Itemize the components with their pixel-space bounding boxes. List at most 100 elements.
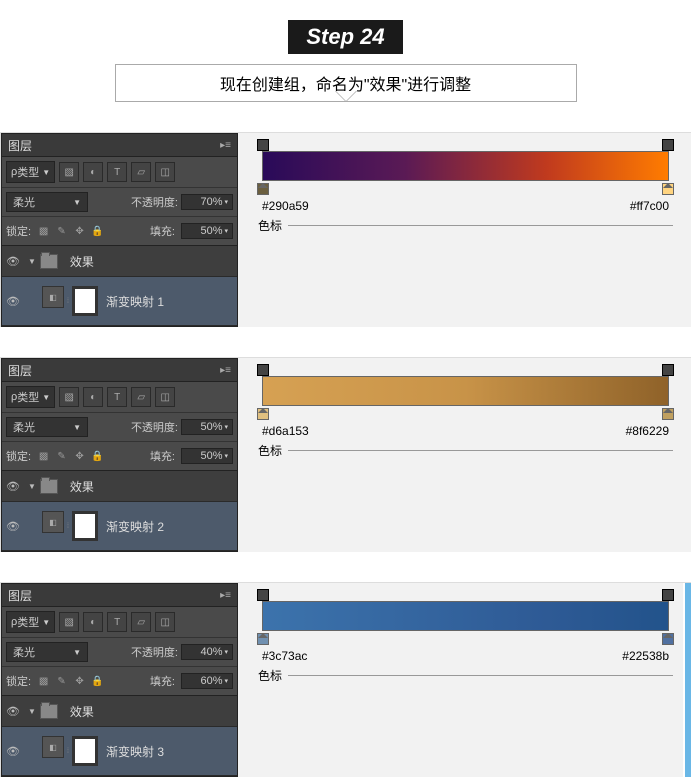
blend-mode-dropdown[interactable]: 柔光▼: [6, 417, 88, 437]
gradient-bar[interactable]: [262, 376, 669, 406]
color-stops-label: 色标: [258, 217, 282, 234]
filter-smart-icon[interactable]: ◫: [155, 387, 175, 407]
color-stop-left[interactable]: [257, 408, 269, 420]
visibility-icon[interactable]: 👁: [2, 520, 24, 533]
lock-paint-icon[interactable]: ✎: [54, 449, 69, 464]
visibility-icon[interactable]: 👁: [2, 295, 24, 308]
group-name: 效果: [70, 253, 94, 270]
lock-transparency-icon[interactable]: ▩: [36, 224, 51, 239]
adjustment-thumb: ◧⁞: [42, 511, 98, 541]
opacity-stop-right[interactable]: [662, 139, 674, 151]
opacity-field[interactable]: 40%▾: [181, 644, 233, 660]
fill-field[interactable]: 60%▾: [181, 673, 233, 689]
chevron-down-icon[interactable]: ▼: [28, 482, 36, 491]
filter-shape-icon[interactable]: ▱: [131, 387, 151, 407]
opacity-field[interactable]: 70%▾: [181, 194, 233, 210]
layer-row[interactable]: 👁 ◧⁞ 渐变映射 1: [2, 277, 237, 326]
folder-icon: [40, 254, 58, 269]
filter-kind-dropdown[interactable]: ρ 类型▼: [6, 611, 55, 633]
group-row[interactable]: 👁▼效果: [2, 471, 237, 502]
opacity-stop-right[interactable]: [662, 364, 674, 376]
chevron-down-icon[interactable]: ▼: [28, 257, 36, 266]
gradient-editor-1: #290a59 #ff7c00 色标: [238, 133, 691, 327]
hex-right: #ff7c00: [630, 199, 669, 213]
filter-shape-icon[interactable]: ▱: [131, 162, 151, 182]
color-stop-left[interactable]: [257, 633, 269, 645]
lock-label: 锁定:: [6, 223, 31, 239]
visibility-icon[interactable]: 👁: [2, 745, 24, 758]
filter-kind-dropdown[interactable]: ρ 类型▼: [6, 161, 55, 183]
opacity-stop-left[interactable]: [257, 364, 269, 376]
layers-panel-1: 图层▸≡ ρ 类型▼ ▧ ◐ T ▱ ◫ 柔光▼ 不透明度: 70%▾ 锁定: …: [1, 133, 238, 327]
opacity-stop-left[interactable]: [257, 589, 269, 601]
lock-transparency-icon[interactable]: ▩: [36, 674, 51, 689]
color-stop-right[interactable]: [662, 408, 674, 420]
lock-all-icon[interactable]: 🔒: [90, 224, 105, 239]
filter-text-icon[interactable]: T: [107, 387, 127, 407]
group-row[interactable]: 👁▼效果: [2, 696, 237, 727]
layer-name: 渐变映射 1: [106, 293, 164, 310]
hex-left: #d6a153: [262, 424, 309, 438]
opacity-stop-right[interactable]: [662, 589, 674, 601]
gradient-editor-2: #d6a153#8f6229 色标: [238, 358, 691, 552]
opacity-stop-left[interactable]: [257, 139, 269, 151]
filter-shape-icon[interactable]: ▱: [131, 612, 151, 632]
folder-icon: [40, 479, 58, 494]
panel-menu-icon[interactable]: ▸≡: [220, 365, 231, 376]
color-stop-right[interactable]: [662, 633, 674, 645]
blend-mode-dropdown[interactable]: 柔光▼: [6, 192, 88, 212]
adjustment-thumb: ◧⁞: [42, 736, 98, 766]
chevron-down-icon[interactable]: ▼: [28, 707, 36, 716]
group-row[interactable]: 👁 ▼ 效果: [2, 246, 237, 277]
step-badge: Step 24: [288, 20, 402, 54]
opacity-field[interactable]: 50%▾: [181, 419, 233, 435]
hex-right: #8f6229: [626, 424, 669, 438]
panel-menu-icon[interactable]: ▸≡: [220, 590, 231, 601]
filter-text-icon[interactable]: T: [107, 612, 127, 632]
folder-icon: [40, 704, 58, 719]
filter-image-icon[interactable]: ▧: [59, 612, 79, 632]
scrollbar[interactable]: [683, 583, 691, 777]
fill-field[interactable]: 50%▾: [181, 223, 233, 239]
blend-mode-dropdown[interactable]: 柔光▼: [6, 642, 88, 662]
hex-right: #22538b: [622, 649, 669, 663]
gradient-bar[interactable]: [262, 151, 669, 181]
hex-left: #3c73ac: [262, 649, 307, 663]
lock-paint-icon[interactable]: ✎: [54, 674, 69, 689]
filter-adjust-icon[interactable]: ◐: [83, 387, 103, 407]
visibility-icon[interactable]: 👁: [2, 480, 24, 493]
lock-all-icon[interactable]: 🔒: [90, 674, 105, 689]
gradient-editor-3: #3c73ac#22538b 色标: [238, 583, 691, 777]
layer-row[interactable]: 👁◧⁞渐变映射 3: [2, 727, 237, 776]
fill-label: 填充:: [150, 223, 175, 239]
layer-row[interactable]: 👁◧⁞渐变映射 2: [2, 502, 237, 551]
fill-field[interactable]: 50%▾: [181, 448, 233, 464]
lock-position-icon[interactable]: ✥: [72, 674, 87, 689]
lock-position-icon[interactable]: ✥: [72, 224, 87, 239]
filter-text-icon[interactable]: T: [107, 162, 127, 182]
filter-kind-dropdown[interactable]: ρ 类型▼: [6, 386, 55, 408]
opacity-label: 不透明度:: [131, 194, 178, 210]
color-stop-left[interactable]: [257, 183, 269, 195]
layers-panel-2: 图层▸≡ ρ 类型▼ ▧◐T▱◫ 柔光▼ 不透明度: 50%▾ 锁定: ▩✎✥🔒…: [1, 358, 238, 552]
filter-image-icon[interactable]: ▧: [59, 387, 79, 407]
visibility-icon[interactable]: 👁: [2, 255, 24, 268]
filter-image-icon[interactable]: ▧: [59, 162, 79, 182]
lock-paint-icon[interactable]: ✎: [54, 224, 69, 239]
gradient-bar[interactable]: [262, 601, 669, 631]
color-stop-right[interactable]: [662, 183, 674, 195]
filter-smart-icon[interactable]: ◫: [155, 612, 175, 632]
visibility-icon[interactable]: 👁: [2, 705, 24, 718]
panel-title: 图层: [8, 137, 32, 154]
lock-all-icon[interactable]: 🔒: [90, 449, 105, 464]
adjustment-thumb: ◧⁞: [42, 286, 98, 316]
layers-panel-3: 图层▸≡ ρ 类型▼ ▧◐T▱◫ 柔光▼ 不透明度: 40%▾ 锁定: ▩✎✥🔒…: [1, 583, 238, 777]
filter-smart-icon[interactable]: ◫: [155, 162, 175, 182]
lock-position-icon[interactable]: ✥: [72, 449, 87, 464]
panel-menu-icon[interactable]: ▸≡: [220, 140, 231, 151]
filter-adjust-icon[interactable]: ◐: [83, 612, 103, 632]
caption: 现在创建组，命名为"效果"进行调整: [115, 64, 577, 102]
lock-transparency-icon[interactable]: ▩: [36, 449, 51, 464]
hex-left: #290a59: [262, 199, 309, 213]
filter-adjust-icon[interactable]: ◐: [83, 162, 103, 182]
